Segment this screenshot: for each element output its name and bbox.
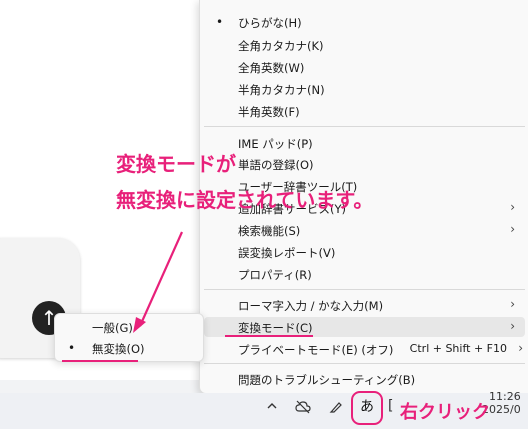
chevron-right-icon: › <box>510 297 515 311</box>
menu-item-label: 問題のトラブルシューティング(B) <box>238 373 416 387</box>
menu-item-troubleshoot[interactable]: 問題のトラブルシューティング(B) <box>204 369 525 389</box>
menu-separator <box>204 126 525 127</box>
menu-item-label: 全角カタカナ(K) <box>238 39 324 53</box>
pen-icon[interactable] <box>329 400 343 418</box>
menu-item-label: プロパティ(R) <box>238 268 312 282</box>
cloud-off-icon[interactable] <box>295 400 311 418</box>
menu-item-label: ローマ字入力 / かな入力(M) <box>238 299 384 313</box>
menu-item-private-mode[interactable]: プライベートモード(E) (オフ) Ctrl + Shift + F10 › <box>204 339 525 359</box>
chevron-up-icon[interactable] <box>266 400 278 416</box>
submenu-item-no-conversion[interactable]: • 無変換(O) <box>58 338 200 358</box>
menu-item-label: 半角英数(F) <box>238 105 300 119</box>
menu-separator <box>204 363 525 364</box>
annotation-underline-no-conversion <box>62 360 138 362</box>
annotation-underline-conversion-mode <box>225 335 313 337</box>
menu-item-search[interactable]: 検索機能(S) › <box>204 220 525 240</box>
menu-item-label: 検索機能(S) <box>238 224 301 238</box>
shortcut-label: Ctrl + Shift + F10 <box>409 342 507 355</box>
chevron-right-icon: › <box>518 341 523 355</box>
menu-item-label: 全角英数(W) <box>238 61 305 75</box>
menu-separator <box>204 289 525 290</box>
menu-item-label: ひらがな(H) <box>238 16 302 30</box>
menu-item-conversion-mode[interactable]: 変換モード(C) › <box>204 317 525 337</box>
submenu-item-label: 一般(G) <box>92 321 133 335</box>
menu-item-label: 単語の登録(O) <box>238 158 314 172</box>
chevron-right-icon: › <box>510 222 515 236</box>
menu-item-misconversion-report[interactable]: 誤変換レポート(V) <box>204 242 525 262</box>
bracket-glyph: [ <box>388 398 394 414</box>
menu-item-word-register[interactable]: 単語の登録(O) <box>204 154 525 174</box>
menu-item-zenkaku-katakana[interactable]: 全角カタカナ(K) <box>204 35 525 55</box>
menu-item-label: プライベートモード(E) (オフ) <box>238 343 394 357</box>
menu-item-label: 誤変換レポート(V) <box>238 246 336 260</box>
menu-item-properties[interactable]: プロパティ(R) <box>204 264 525 284</box>
menu-item-romaji-kana[interactable]: ローマ字入力 / かな入力(M) › <box>204 295 525 315</box>
annotation-line1: 変換モードが <box>116 152 236 176</box>
menu-item-ime-pad[interactable]: IME パッド(P) <box>204 133 525 153</box>
menu-item-label: 変換モード(C) <box>238 321 313 335</box>
submenu-item-label: 無変換(O) <box>92 342 145 356</box>
annotation-right-click: 右クリック <box>400 402 490 423</box>
ime-indicator-highlight <box>351 391 383 425</box>
menu-item-zenkaku-eisu[interactable]: 全角英数(W) <box>204 57 525 77</box>
submenu-item-general[interactable]: 一般(G) <box>58 317 200 337</box>
chevron-right-icon: › <box>510 200 515 214</box>
menu-item-hankaku-katakana[interactable]: 半角カタカナ(N) <box>204 79 525 99</box>
annotation-line2: 無変換に設定されています。 <box>116 188 374 212</box>
menu-item-label: 半角カタカナ(N) <box>238 83 325 97</box>
menu-item-hiragana[interactable]: • ひらがな(H) <box>204 12 525 32</box>
menu-item-hankaku-eisu[interactable]: 半角英数(F) <box>204 101 525 121</box>
conversion-mode-submenu: 一般(G) • 無変換(O) <box>54 313 204 362</box>
selected-bullet-icon: • <box>216 15 224 29</box>
selected-bullet-icon: • <box>68 341 76 355</box>
menu-item-label: IME パッド(P) <box>238 137 313 151</box>
chevron-right-icon: › <box>510 319 515 333</box>
